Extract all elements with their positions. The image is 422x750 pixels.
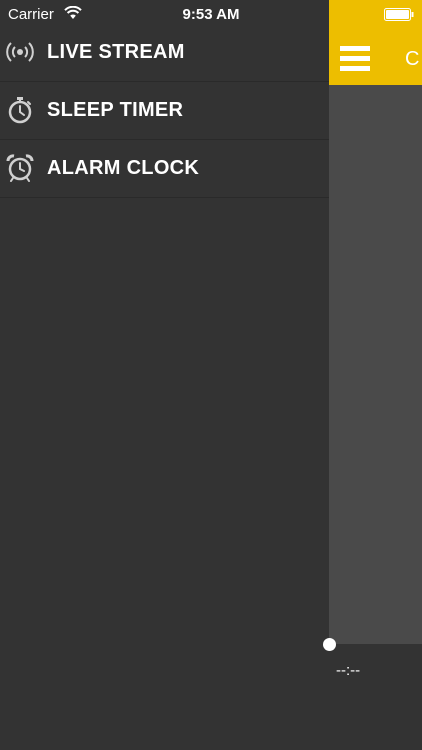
stopwatch-icon: [8, 97, 32, 124]
menu-item-alarm-clock[interactable]: ALARM CLOCK: [0, 140, 329, 198]
menu-item-label: LIVE STREAM: [47, 41, 185, 63]
navigation-drawer: LIVE STREAM SLEEP TIMER ALARM CLOCK: [0, 0, 329, 750]
player-bar: --:--: [329, 644, 422, 750]
hamburger-line: [340, 56, 370, 61]
status-bar: Carrier 9:53 AM: [0, 0, 422, 28]
hamburger-line: [340, 46, 370, 51]
menu-item-sleep-timer[interactable]: SLEEP TIMER: [0, 82, 329, 140]
time-readout: --:--: [336, 662, 361, 679]
alarm-clock-icon: [6, 154, 34, 182]
status-time: 9:53 AM: [182, 6, 240, 23]
menu-item-label: ALARM CLOCK: [47, 157, 200, 179]
hamburger-line: [340, 66, 370, 71]
menu-item-live-stream[interactable]: LIVE STREAM: [0, 24, 329, 82]
battery-icon: [384, 8, 414, 21]
main-content-panel: C --:--: [329, 0, 422, 750]
menu-item-label: SLEEP TIMER: [47, 99, 184, 121]
progress-slider-knob[interactable]: [323, 638, 336, 651]
live-stream-icon: [6, 42, 34, 62]
drawer-menu: LIVE STREAM SLEEP TIMER ALARM CLOCK: [0, 24, 329, 198]
menu-toggle-button[interactable]: [340, 46, 370, 74]
header-title: C: [405, 48, 420, 70]
